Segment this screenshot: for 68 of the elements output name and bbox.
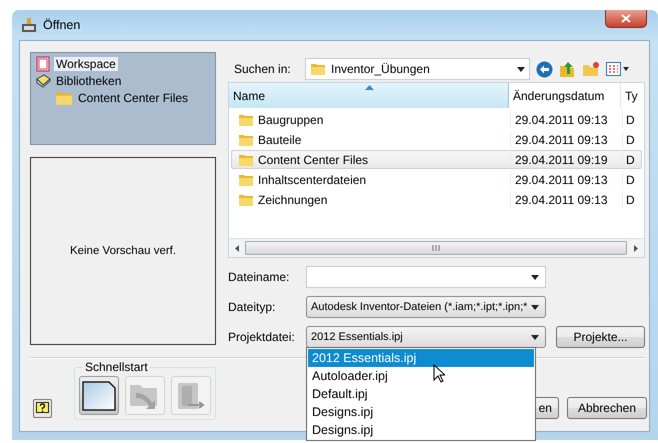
close-button[interactable] bbox=[605, 10, 647, 28]
sidebar-item[interactable]: Bibliotheken bbox=[54, 74, 124, 88]
type-cell: D bbox=[622, 111, 643, 128]
dropdown-option[interactable]: Designs.ipj bbox=[308, 403, 534, 421]
library-icon bbox=[35, 73, 51, 89]
date-cell: 29.04.2011 09:19 bbox=[510, 151, 622, 168]
group-label: Schnellstart bbox=[83, 360, 150, 374]
help-button[interactable] bbox=[33, 399, 52, 418]
cancel-button[interactable]: Abbrechen bbox=[566, 397, 647, 419]
caret-icon bbox=[531, 274, 539, 280]
caret-icon bbox=[531, 304, 539, 310]
folder-icon bbox=[238, 172, 254, 186]
quickstart-button[interactable] bbox=[79, 376, 119, 415]
scroll-left-icon[interactable] bbox=[235, 244, 239, 252]
caret-icon bbox=[517, 66, 525, 72]
cursor-icon bbox=[433, 364, 445, 383]
dropdown-option[interactable]: 2012 Essentials.ipj bbox=[308, 349, 534, 367]
caret-icon bbox=[531, 334, 539, 340]
folder-icon bbox=[238, 132, 254, 146]
scrollbar-thumb[interactable] bbox=[245, 241, 627, 255]
column-header[interactable]: Name bbox=[229, 83, 509, 108]
sidebar-item[interactable]: Workspace bbox=[54, 57, 118, 71]
notebook-icon bbox=[35, 56, 51, 72]
dropdown[interactable]: 2012 Essentials.ipj bbox=[306, 326, 546, 348]
projects-button[interactable]: Projekte... bbox=[556, 326, 645, 348]
window-title: Öffnen bbox=[43, 18, 80, 32]
file-name[interactable]: Content Center Files bbox=[258, 152, 368, 166]
scroll-right-icon[interactable] bbox=[634, 244, 638, 252]
preview-text: Keine Vorschau verf. bbox=[70, 245, 176, 257]
field-label: Dateityp: bbox=[228, 300, 276, 314]
new-folder-icon[interactable] bbox=[582, 61, 600, 77]
folder-icon bbox=[55, 90, 73, 106]
dropdown-option[interactable]: Designs.ipj bbox=[308, 421, 534, 439]
file-name[interactable]: Baugruppen bbox=[258, 112, 324, 126]
row-highlight[interactable]: Content Center Files 29.04.2011 09:19 D bbox=[231, 150, 642, 169]
date-cell: 29.04.2011 09:13 bbox=[510, 171, 622, 188]
blank-page-icon bbox=[82, 380, 116, 410]
sort-arrow-icon bbox=[365, 85, 374, 90]
file-name[interactable]: Zeichnungen bbox=[258, 192, 328, 206]
folder-icon bbox=[238, 112, 254, 126]
type-cell: D bbox=[622, 191, 643, 208]
field-label: Projektdatei: bbox=[228, 330, 296, 344]
type-cell: D bbox=[622, 131, 643, 148]
type-cell: D bbox=[622, 151, 643, 168]
file-name-field[interactable] bbox=[306, 266, 546, 288]
file-name[interactable]: Bauteile bbox=[258, 132, 302, 146]
field-label: Suchen in: bbox=[233, 62, 292, 76]
type-cell: D bbox=[622, 171, 643, 188]
sidebar-item[interactable]: Content Center Files bbox=[76, 91, 190, 105]
app-icon bbox=[21, 17, 37, 33]
folder-icon bbox=[310, 62, 326, 76]
file-name[interactable]: Inhaltscenterdateien bbox=[258, 172, 366, 186]
dropdown-option[interactable]: Default.ipj bbox=[308, 385, 534, 403]
date-cell: 29.04.2011 09:13 bbox=[510, 191, 622, 208]
view-menu-icon[interactable] bbox=[606, 62, 630, 76]
help-icon bbox=[36, 402, 49, 415]
dropdown[interactable]: Autodesk Inventor-Dateien (*.iam;*.ipt;*.ipn;* bbox=[306, 296, 546, 318]
back-icon[interactable] bbox=[536, 60, 553, 78]
field-label: Dateiname: bbox=[228, 270, 290, 284]
date-cell: 29.04.2011 09:13 bbox=[510, 131, 622, 148]
folder-icon bbox=[238, 152, 254, 166]
date-cell: 29.04.2011 09:13 bbox=[510, 111, 622, 128]
dropdown-option[interactable]: Autoloader.ipj bbox=[308, 367, 534, 385]
open-button[interactable]: en bbox=[534, 397, 559, 419]
close-icon bbox=[621, 14, 631, 23]
location-dropdown[interactable]: Inventor_Übungen bbox=[305, 58, 530, 80]
folder-icon bbox=[238, 192, 254, 206]
up-folder-icon[interactable] bbox=[559, 60, 576, 78]
